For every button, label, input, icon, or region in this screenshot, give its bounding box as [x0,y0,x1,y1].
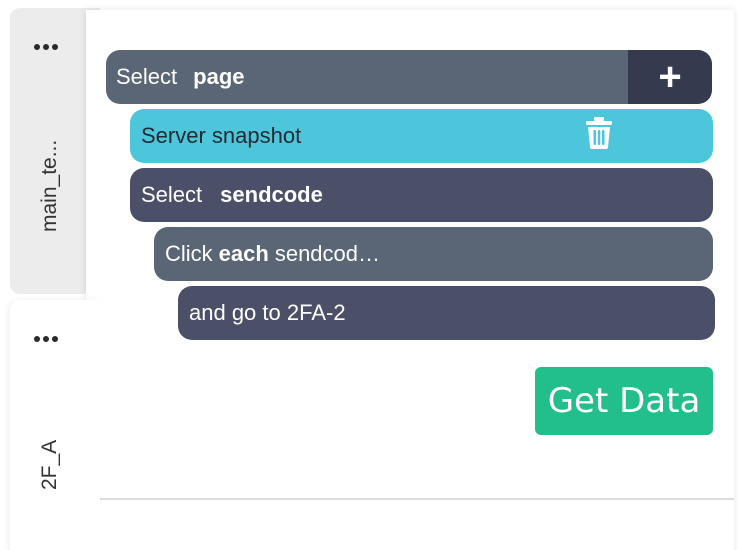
tab-label: main_te... [38,139,61,232]
trash-icon[interactable] [585,117,613,149]
step-prefix: Click [165,241,213,266]
tab-2fa[interactable]: 2F_A [10,300,100,550]
tab-label: 2F_A [38,439,61,490]
step-go-to[interactable]: and go to 2FA-2 [178,286,715,340]
step-label: and go to 2FA-2 [189,300,346,325]
step-prefix: Select [116,64,178,89]
plus-icon: + [658,54,682,99]
more-dots-icon[interactable] [34,336,58,342]
app-page: main_te... 2F_A Select page + Server sna… [0,0,738,550]
step-keyword: page [193,64,245,89]
section-divider [100,498,734,500]
step-keyword: sendcode [220,182,323,207]
step-select-page[interactable]: Select page + [106,50,712,104]
step-suffix: sendcod… [274,241,381,266]
step-select-sendcode[interactable]: Select sendcode [130,168,713,222]
step-prefix: Select [141,182,203,207]
get-data-button[interactable]: Get Data [535,367,713,435]
step-keyword: each [218,241,269,266]
step-label: Server snapshot [141,123,302,148]
step-server-snapshot[interactable]: Server snapshot [130,109,713,163]
add-step-button[interactable]: + [628,50,712,104]
step-click-each[interactable]: Click each sendcod… [154,227,713,281]
more-dots-icon[interactable] [34,44,58,50]
